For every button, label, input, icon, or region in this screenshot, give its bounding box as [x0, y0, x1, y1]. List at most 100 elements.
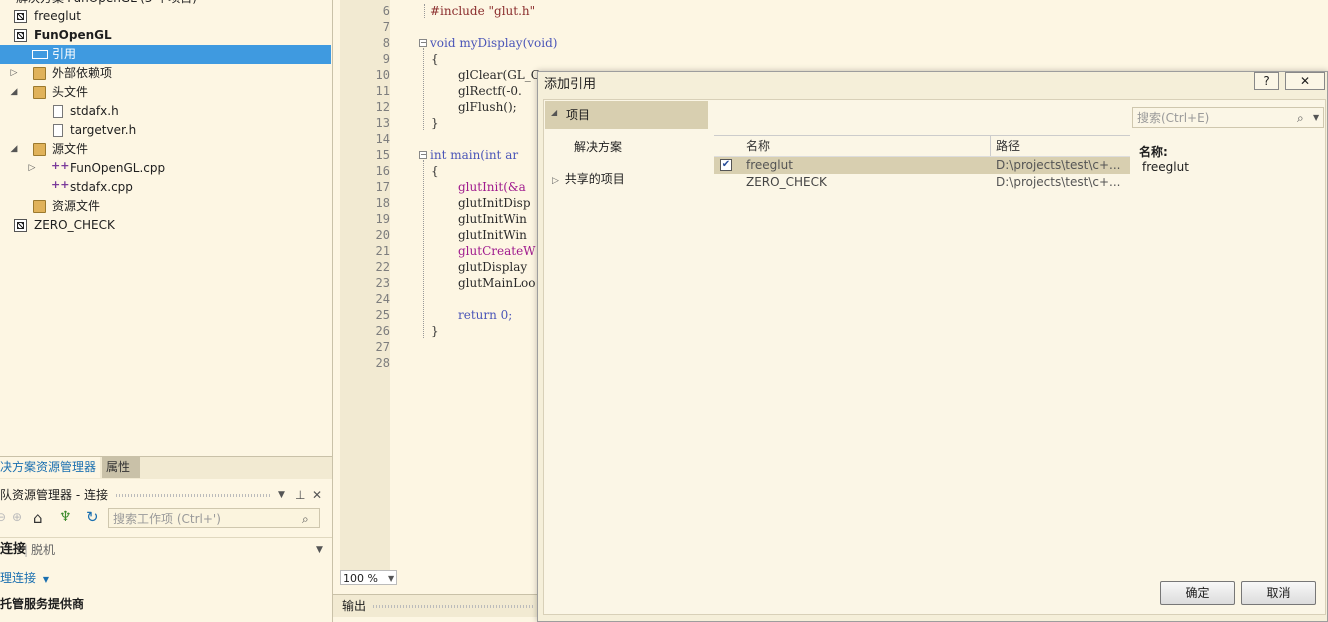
tree-label: 源文件 — [52, 142, 89, 156]
column-header-path[interactable]: 路径 — [996, 136, 1020, 156]
nav-item-shared-projects[interactable]: ▷ 共享的项目 — [552, 169, 625, 189]
tree-label: stdafx.cpp — [70, 180, 133, 194]
dialog-title: 添加引用 — [544, 77, 597, 92]
line-number: 18 — [375, 196, 390, 210]
back-icon[interactable]: ⊖ — [0, 510, 6, 524]
project-icon — [14, 219, 27, 232]
code-line: glutInitWin — [458, 228, 527, 242]
nav-item-projects[interactable]: ◢ 项目 — [545, 101, 708, 129]
tab-properties[interactable]: 属性 — [102, 457, 140, 478]
home-icon[interactable]: ⌂ — [33, 509, 43, 527]
tree-row-funopengl[interactable]: FunOpenGL — [0, 26, 331, 45]
line-number: 25 — [375, 308, 390, 322]
search-placeholder: 搜索(Ctrl+E) — [1137, 111, 1210, 125]
search-icon[interactable]: ⌕ — [1297, 108, 1304, 128]
connect-plug-icon[interactable]: ♆ — [59, 509, 72, 525]
collapse-toggle-icon[interactable]: − — [419, 151, 427, 159]
manage-connections-label: 理连接 — [0, 571, 37, 585]
grip-dots — [116, 494, 270, 497]
expand-arrow-icon[interactable]: ▷ — [9, 64, 19, 83]
dropdown-icon[interactable]: ▼ — [278, 484, 285, 506]
chevron-down-icon: ▼ — [42, 575, 49, 584]
line-number: 20 — [375, 228, 390, 242]
tree-label: 资源文件 — [52, 199, 101, 213]
tree-row-targetver-h[interactable]: targetver.h — [0, 121, 331, 140]
reference-row[interactable]: ✔ freeglut D:\projects\test\c+... — [714, 157, 1130, 174]
help-button[interactable]: ? — [1254, 72, 1279, 90]
code-line: return 0; — [458, 308, 513, 322]
reference-row[interactable]: ZERO_CHECK D:\projects\test\c+... — [714, 174, 1130, 191]
code-line: { — [431, 52, 439, 66]
search-icon[interactable]: ⌕ — [302, 509, 309, 529]
panel-tab-strip: 决方案资源管理器 属性 — [0, 456, 332, 479]
line-number: 15 — [375, 148, 390, 162]
refresh-icon[interactable]: ↻ — [86, 508, 99, 526]
line-number: 16 — [375, 164, 390, 178]
close-icon[interactable]: ✕ — [312, 484, 322, 506]
collapse-toggle-icon[interactable]: − — [419, 39, 427, 47]
tree-row-freeglut[interactable]: freeglut — [0, 7, 331, 26]
collapse-arrow-icon[interactable]: ◢ — [9, 140, 19, 159]
output-panel-header[interactable]: 输出 — [333, 594, 543, 617]
zoom-value: 100 % — [343, 572, 378, 585]
tree-row-zero-check[interactable]: ZERO_CHECK — [0, 216, 331, 235]
pin-icon[interactable]: ⊥ — [295, 484, 305, 506]
connect-label: 连接 — [0, 542, 27, 557]
zoom-level-select[interactable]: 100 % ▼ — [340, 570, 397, 585]
tree-row-resource-files[interactable]: 资源文件 — [0, 197, 331, 216]
line-number: 17 — [375, 180, 390, 194]
column-header-name[interactable]: 名称 — [746, 136, 770, 156]
details-name-label: 名称: — [1139, 145, 1168, 159]
references-icon — [32, 50, 48, 59]
ok-button[interactable]: 确定 — [1160, 581, 1235, 605]
nav-projects-label: 项目 — [566, 108, 591, 122]
fold-guide — [424, 4, 425, 18]
cancel-button[interactable]: 取消 — [1241, 581, 1316, 605]
folder-icon — [33, 143, 46, 156]
code-line: void myDisplay(void) — [430, 36, 558, 50]
code-line: glutMainLoo — [458, 276, 536, 290]
tree-row-funopengl-cpp[interactable]: ▷ ++ FunOpenGL.cpp — [0, 159, 331, 178]
line-number: 10 — [375, 68, 390, 82]
code-line: glRectf(-0. — [458, 84, 522, 98]
expand-arrow-icon[interactable]: ▷ — [27, 159, 37, 178]
line-number: 24 — [375, 292, 390, 306]
nav-shared-label: 共享的项目 — [564, 172, 625, 186]
tree-label: FunOpenGL.cpp — [70, 161, 166, 175]
indicator-margin — [340, 0, 356, 570]
collapse-arrow-icon: ◢ — [551, 108, 558, 117]
reference-checkbox[interactable]: ✔ — [720, 159, 732, 171]
manage-connections-link[interactable]: 理连接 ▼ — [0, 568, 49, 588]
chevron-down-icon[interactable]: ▼ — [1313, 108, 1319, 128]
chevron-down-icon[interactable]: ▼ — [316, 538, 323, 562]
code-line: glutDisplay — [458, 260, 528, 274]
code-line: #include "glut.h" — [430, 4, 536, 18]
project-icon — [14, 29, 27, 42]
work-item-search-input[interactable]: 搜索工作项 (Ctrl+') ⌕ — [108, 508, 320, 528]
reference-search-input[interactable]: 搜索(Ctrl+E) ⌕ ▼ — [1132, 107, 1324, 128]
tab-solution-explorer[interactable]: 决方案资源管理器 — [0, 457, 100, 478]
column-separator[interactable] — [990, 136, 991, 156]
nav-item-solution[interactable]: 解决方案 — [574, 137, 622, 157]
tree-label: 引用 — [52, 47, 77, 61]
cpp-file-icon: ++ — [51, 159, 70, 172]
tree-row-source-files[interactable]: ◢ 源文件 — [0, 140, 331, 159]
separator: | — [24, 543, 29, 557]
tree-row-external-deps[interactable]: ▷ 外部依赖项 — [0, 64, 331, 83]
tree-row-stdafx-h[interactable]: stdafx.h — [0, 102, 331, 121]
collapse-arrow-icon[interactable]: ◢ — [9, 83, 19, 102]
line-number: 12 — [375, 100, 390, 114]
folder-icon — [33, 67, 46, 80]
cpp-file-icon: ++ — [51, 178, 70, 191]
tree-row-references[interactable]: 引用 — [0, 45, 331, 64]
tree-row-header-files[interactable]: ◢ 头文件 — [0, 83, 331, 102]
forward-icon[interactable]: ⊕ — [12, 510, 22, 524]
line-number: 26 — [375, 324, 390, 338]
tree-row-stdafx-cpp[interactable]: ++ stdafx.cpp — [0, 178, 331, 197]
line-number: 7 — [382, 20, 390, 34]
line-number: 19 — [375, 212, 390, 226]
line-number: 28 — [375, 356, 390, 370]
line-number: 8 — [382, 36, 390, 50]
close-button[interactable]: ✕ — [1285, 72, 1325, 90]
fold-guide — [423, 48, 424, 130]
